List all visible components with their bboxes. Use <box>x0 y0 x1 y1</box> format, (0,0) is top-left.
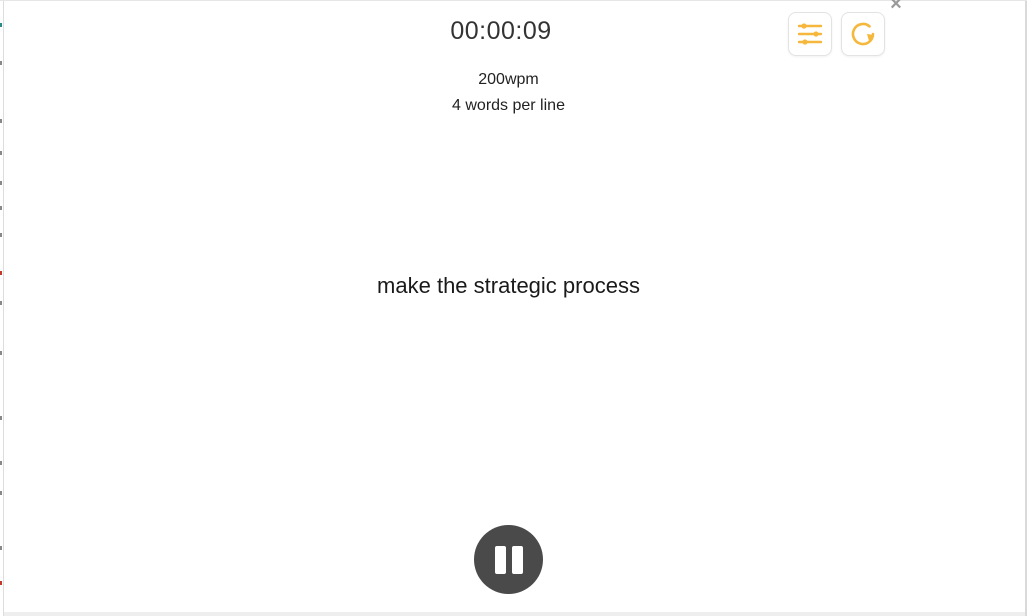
restart-button[interactable] <box>841 12 885 56</box>
reading-speed: 200wpm <box>478 71 539 88</box>
pause-button[interactable] <box>474 525 543 594</box>
close-button[interactable]: × <box>887 0 905 15</box>
words-per-line: 4 words per line <box>452 97 565 114</box>
pause-icon-bar <box>511 545 523 574</box>
restart-icon <box>851 22 875 46</box>
background-page-edge <box>0 1 4 616</box>
pause-icon <box>494 545 506 574</box>
settings-button[interactable] <box>788 12 832 56</box>
current-reading-line: make the strategic process <box>377 273 640 298</box>
close-icon: × <box>890 0 902 15</box>
speed-reader-panel: 00:00:09 × 200wpm 4 words per line make … <box>0 0 1027 616</box>
sliders-icon <box>797 23 823 45</box>
